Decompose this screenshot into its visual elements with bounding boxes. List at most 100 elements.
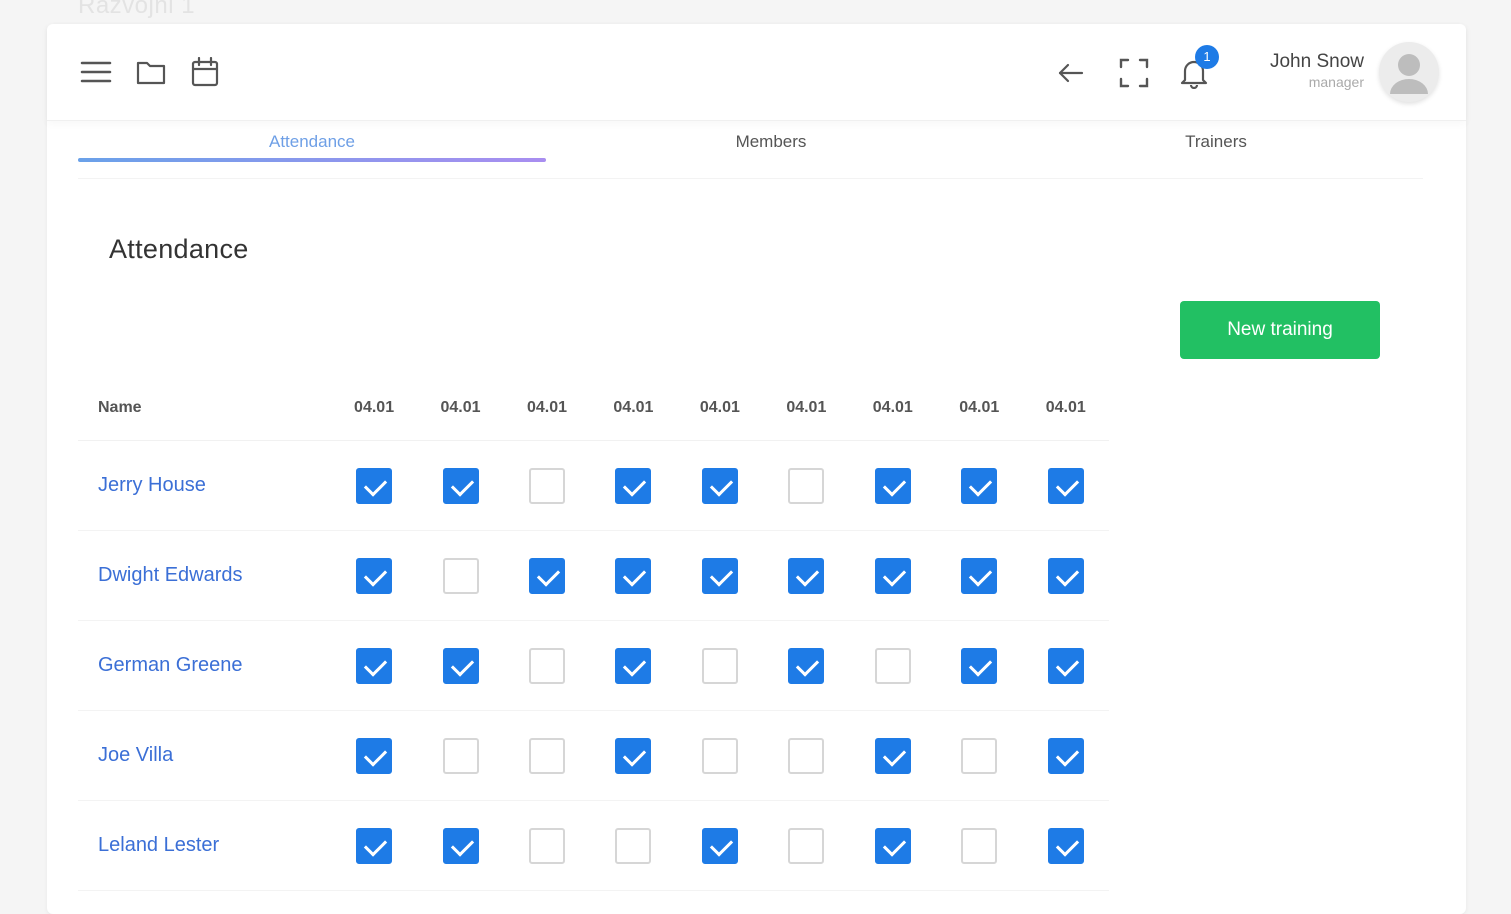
attendance-checkbox-checked[interactable] bbox=[874, 827, 911, 864]
attendance-cell bbox=[330, 440, 418, 531]
attendance-cell bbox=[503, 620, 591, 711]
attendance-checkbox-checked[interactable] bbox=[1047, 557, 1084, 594]
attendance-checkbox-unchecked[interactable] bbox=[528, 737, 565, 774]
user-name[interactable]: John Snow bbox=[1270, 51, 1364, 73]
attendance-checkbox-checked[interactable] bbox=[701, 827, 738, 864]
column-header-date: 04.01 bbox=[417, 376, 504, 441]
attendance-checkbox-checked[interactable] bbox=[788, 557, 825, 594]
attendance-checkbox-unchecked[interactable] bbox=[961, 827, 998, 864]
attendance-checkbox-unchecked[interactable] bbox=[528, 827, 565, 864]
attendance-checkbox-checked[interactable] bbox=[874, 737, 911, 774]
attendance-checkbox-checked[interactable] bbox=[528, 557, 565, 594]
attendance-checkbox-unchecked[interactable] bbox=[528, 467, 565, 504]
attendance-cell bbox=[763, 440, 850, 531]
attendance-checkbox-checked[interactable] bbox=[961, 557, 998, 594]
active-tab-indicator bbox=[78, 158, 546, 162]
attendance-checkbox-checked[interactable] bbox=[356, 827, 393, 864]
main-card: 1 John Snow manager Attendance Members T… bbox=[47, 24, 1466, 914]
attendance-checkbox-unchecked[interactable] bbox=[528, 647, 565, 684]
column-header-date: 04.01 bbox=[676, 376, 764, 441]
table-header-row: Name 04.01 04.01 04.01 04.01 04.01 04.01 04.01… bbox=[78, 376, 1109, 441]
attendance-checkbox-checked[interactable] bbox=[1047, 737, 1084, 774]
attendance-cell bbox=[330, 620, 418, 711]
attendance-cell bbox=[590, 440, 677, 531]
new-training-button[interactable]: New training bbox=[1180, 301, 1380, 359]
member-name-link[interactable]: Dwight Edwards bbox=[78, 530, 331, 621]
attendance-checkbox-checked[interactable] bbox=[615, 557, 652, 594]
attendance-cell bbox=[503, 440, 591, 531]
user-role: manager bbox=[1308, 74, 1364, 90]
attendance-cell bbox=[676, 620, 764, 711]
attendance-cell bbox=[590, 620, 677, 711]
attendance-cell bbox=[936, 620, 1023, 711]
member-name-link[interactable]: Joe Villa bbox=[78, 710, 331, 801]
attendance-cell bbox=[936, 530, 1023, 621]
attendance-cell bbox=[763, 530, 850, 621]
attendance-checkbox-checked[interactable] bbox=[442, 647, 479, 684]
attendance-checkbox-checked[interactable] bbox=[356, 737, 393, 774]
attendance-checkbox-unchecked[interactable] bbox=[442, 557, 479, 594]
attendance-cell bbox=[763, 620, 850, 711]
attendance-checkbox-checked[interactable] bbox=[701, 557, 738, 594]
attendance-checkbox-checked[interactable] bbox=[961, 467, 998, 504]
attendance-cell bbox=[417, 620, 504, 711]
folder-icon[interactable] bbox=[135, 56, 167, 88]
attendance-cell bbox=[1022, 620, 1109, 711]
table-row: Dwight Edwards bbox=[78, 530, 1109, 621]
attendance-checkbox-checked[interactable] bbox=[615, 737, 652, 774]
calendar-icon[interactable] bbox=[189, 56, 221, 88]
column-header-date: 04.01 bbox=[590, 376, 677, 441]
attendance-checkbox-checked[interactable] bbox=[1047, 827, 1084, 864]
attendance-checkbox-unchecked[interactable] bbox=[874, 647, 911, 684]
attendance-cell bbox=[849, 710, 937, 801]
attendance-checkbox-checked[interactable] bbox=[701, 467, 738, 504]
attendance-cell bbox=[936, 440, 1023, 531]
attendance-cell bbox=[503, 710, 591, 801]
attendance-cell bbox=[676, 440, 764, 531]
attendance-checkbox-checked[interactable] bbox=[874, 557, 911, 594]
column-header-date: 04.01 bbox=[1022, 376, 1109, 441]
avatar[interactable] bbox=[1379, 42, 1439, 102]
attendance-cell bbox=[503, 800, 591, 891]
member-name-link[interactable]: Leland Lester bbox=[78, 800, 331, 891]
fullscreen-icon[interactable] bbox=[1118, 57, 1150, 89]
user-avatar-icon bbox=[1390, 54, 1428, 94]
arrow-left-icon[interactable] bbox=[1055, 57, 1087, 89]
attendance-cell bbox=[503, 530, 591, 621]
attendance-cell bbox=[936, 800, 1023, 891]
attendance-checkbox-unchecked[interactable] bbox=[788, 737, 825, 774]
attendance-checkbox-checked[interactable] bbox=[615, 647, 652, 684]
tab-trainers[interactable]: Trainers bbox=[996, 120, 1436, 164]
attendance-checkbox-unchecked[interactable] bbox=[961, 737, 998, 774]
attendance-checkbox-checked[interactable] bbox=[356, 647, 393, 684]
attendance-cell bbox=[417, 800, 504, 891]
notification-badge: 1 bbox=[1195, 45, 1219, 69]
attendance-checkbox-checked[interactable] bbox=[442, 467, 479, 504]
menu-icon[interactable] bbox=[80, 56, 112, 88]
column-header-date: 04.01 bbox=[936, 376, 1023, 441]
attendance-checkbox-unchecked[interactable] bbox=[701, 647, 738, 684]
attendance-checkbox-unchecked[interactable] bbox=[615, 827, 652, 864]
attendance-checkbox-checked[interactable] bbox=[961, 647, 998, 684]
attendance-checkbox-checked[interactable] bbox=[356, 557, 393, 594]
attendance-checkbox-unchecked[interactable] bbox=[788, 467, 825, 504]
attendance-checkbox-unchecked[interactable] bbox=[701, 737, 738, 774]
attendance-checkbox-checked[interactable] bbox=[1047, 467, 1084, 504]
attendance-checkbox-checked[interactable] bbox=[615, 467, 652, 504]
attendance-checkbox-checked[interactable] bbox=[874, 467, 911, 504]
attendance-checkbox-checked[interactable] bbox=[1047, 647, 1084, 684]
attendance-checkbox-checked[interactable] bbox=[788, 647, 825, 684]
table-row: Jerry House bbox=[78, 440, 1109, 531]
attendance-cell bbox=[849, 620, 937, 711]
attendance-checkbox-checked[interactable] bbox=[356, 467, 393, 504]
tab-members[interactable]: Members bbox=[546, 120, 996, 164]
member-name-link[interactable]: German Greene bbox=[78, 620, 331, 711]
member-name-link[interactable]: Jerry House bbox=[78, 440, 331, 531]
attendance-cell bbox=[590, 530, 677, 621]
attendance-checkbox-unchecked[interactable] bbox=[442, 737, 479, 774]
attendance-cell bbox=[330, 530, 418, 621]
attendance-checkbox-checked[interactable] bbox=[442, 827, 479, 864]
column-header-date: 04.01 bbox=[503, 376, 591, 441]
attendance-checkbox-unchecked[interactable] bbox=[788, 827, 825, 864]
tab-bar: Attendance Members Trainers bbox=[78, 120, 1423, 179]
